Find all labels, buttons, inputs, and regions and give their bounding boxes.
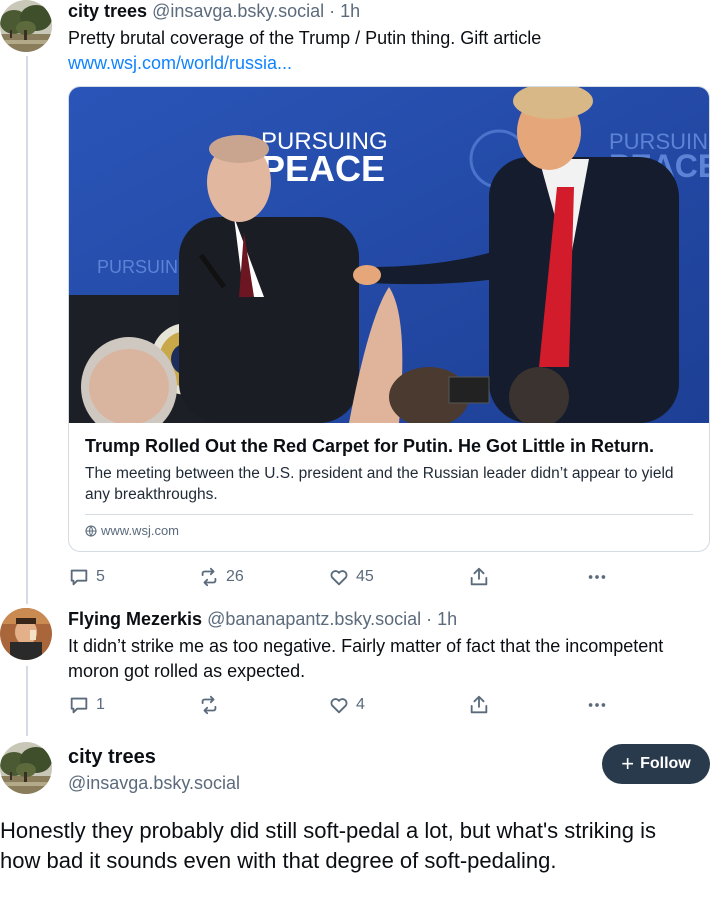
article-image: PURSUING PEACE PURSUING PEACE PURSUING [69, 87, 709, 423]
timestamp[interactable]: 1h [340, 1, 360, 21]
post-header: Flying Mezerkis @bananapantz.bsky.social… [68, 608, 710, 630]
plus-icon: + [621, 751, 635, 776]
separator: · [329, 1, 336, 21]
heart-icon [330, 698, 348, 714]
more-options-button[interactable] [586, 566, 608, 588]
display-name[interactable]: Flying Mezerkis [68, 609, 202, 629]
more-icon [588, 703, 606, 707]
avatar-cartoon-image [0, 608, 52, 660]
sign-text-peace: PEACE [261, 148, 385, 189]
post-link[interactable]: www.wsj.com/world/russia... [68, 51, 710, 75]
follow-button[interactable]: + Follow [602, 744, 710, 784]
repost-button[interactable]: 26 [198, 566, 244, 588]
thread-line [26, 56, 28, 604]
like-count: 45 [356, 568, 374, 585]
article-domain: www.wsj.com [85, 523, 179, 538]
heart-icon [330, 570, 348, 586]
avatar[interactable] [0, 0, 52, 52]
share-button[interactable] [468, 566, 490, 588]
share-button[interactable] [468, 694, 490, 716]
avatar-trees-image [0, 742, 52, 794]
handle[interactable]: @insavga.bsky.social [152, 1, 324, 21]
article-title[interactable]: Trump Rolled Out the Red Carpet for Puti… [85, 435, 654, 457]
sign-text-pursuing-left: PURSUING [97, 257, 192, 277]
display-name[interactable]: city trees [68, 746, 156, 769]
repost-count: 26 [226, 568, 244, 585]
article-description: The meeting between the U.S. president a… [85, 465, 674, 503]
post-text: Pretty brutal coverage of the Trump / Pu… [68, 28, 542, 48]
card-divider [85, 514, 693, 515]
post-actions: 1 4 [68, 694, 608, 718]
main-post-text: Honestly they probably did still soft-pe… [0, 818, 656, 873]
repost-icon [201, 567, 217, 587]
like-button[interactable]: 4 [328, 694, 365, 716]
article-domain-text: www.wsj.com [101, 523, 180, 538]
thread-line [26, 666, 28, 736]
link-preview-card[interactable]: PURSUING PEACE PURSUING PEACE PURSUING [68, 86, 710, 552]
avatar-trees-image [0, 0, 52, 52]
handle[interactable]: @bananapantz.bsky.social [207, 609, 421, 629]
more-icon [588, 575, 606, 579]
timestamp[interactable]: 1h [437, 609, 457, 629]
reply-button[interactable]: 1 [68, 694, 105, 716]
globe-icon [85, 524, 97, 537]
reply-icon [70, 697, 88, 714]
like-count: 4 [356, 696, 365, 713]
repost-button[interactable] [198, 694, 226, 716]
post-actions: 5 26 45 [68, 566, 608, 590]
post-header: city trees @insavga.bsky.social · 1h [68, 0, 710, 22]
reply-icon [70, 569, 88, 586]
separator: · [426, 609, 433, 629]
like-button[interactable]: 45 [328, 566, 374, 588]
reply-button[interactable]: 5 [68, 566, 105, 588]
reply-count: 5 [96, 568, 105, 585]
avatar[interactable] [0, 608, 52, 660]
repost-icon [201, 695, 217, 715]
handle[interactable]: @insavga.bsky.social [68, 773, 240, 794]
more-options-button[interactable] [586, 694, 608, 716]
reply-count: 1 [96, 696, 105, 713]
follow-label: Follow [640, 755, 691, 772]
post-text: It didn’t strike me as too negative. Fai… [68, 636, 664, 681]
share-icon [470, 695, 488, 714]
avatar[interactable] [0, 742, 52, 794]
share-icon [470, 567, 488, 586]
display-name[interactable]: city trees [68, 1, 147, 21]
